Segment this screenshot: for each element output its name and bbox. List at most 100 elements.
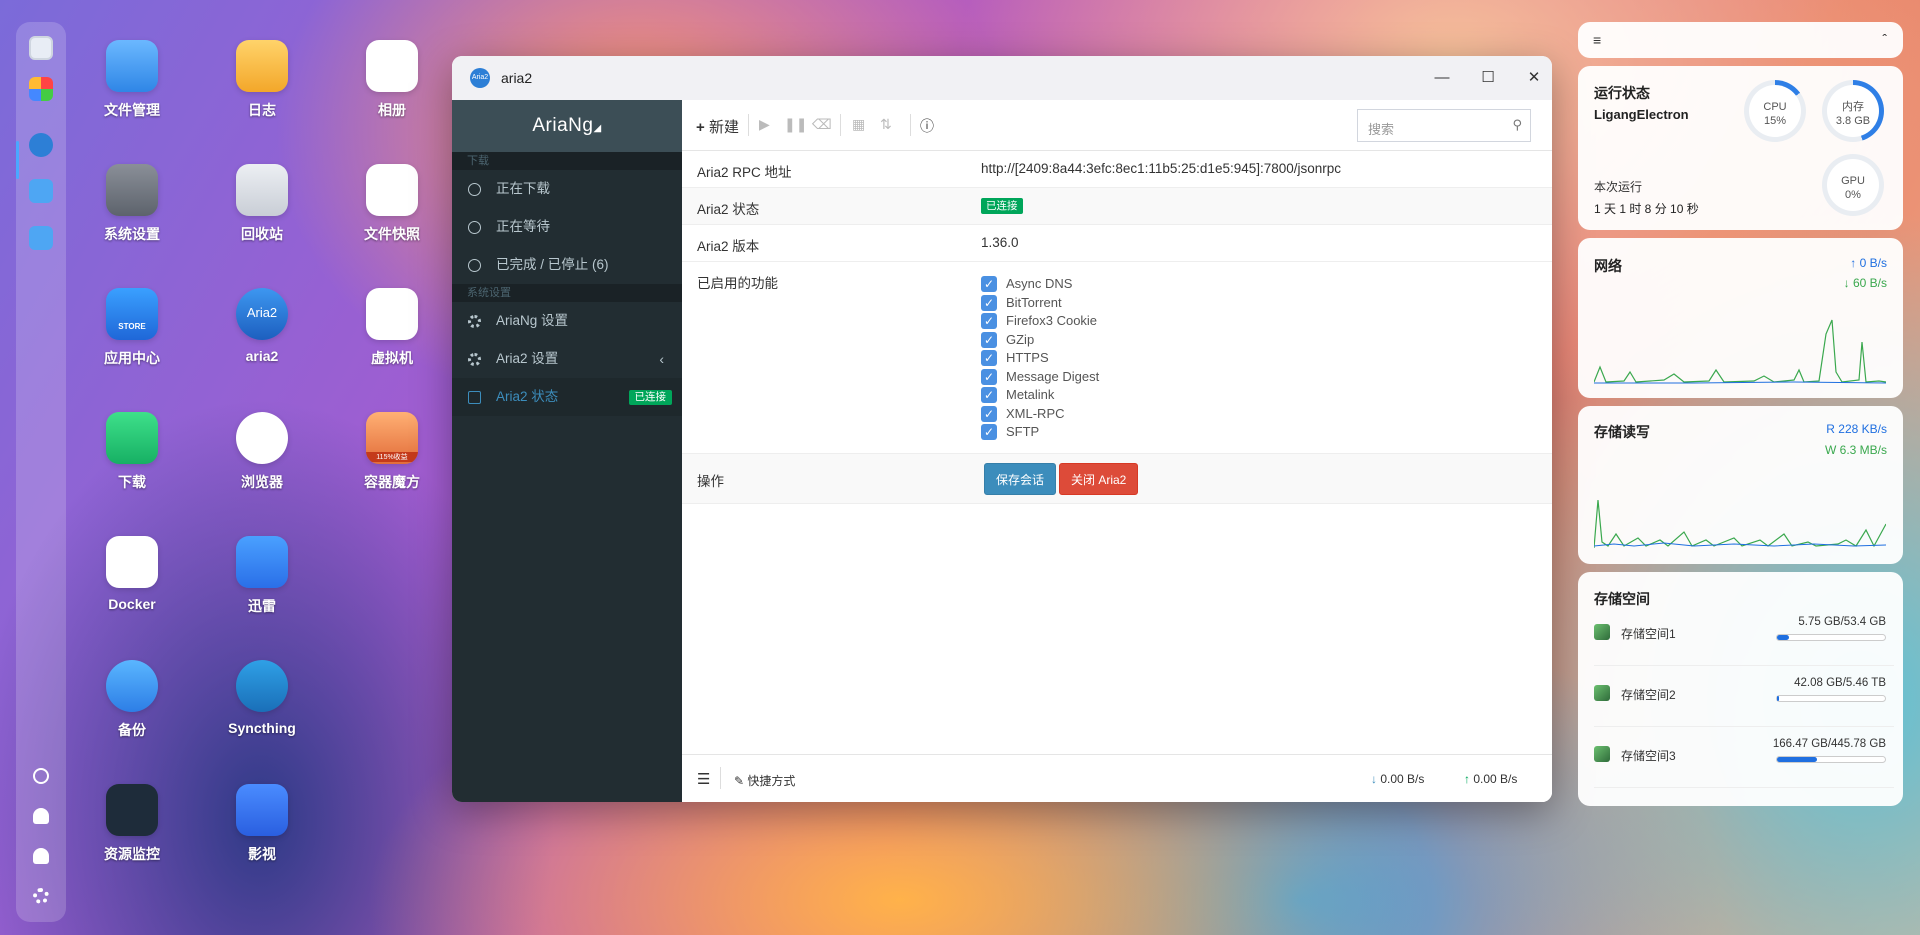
desktop-icon-monitor[interactable]: 资源监控: [77, 784, 187, 864]
checkbox-checked-icon: ✓: [981, 331, 997, 348]
desktop-icon-label: 备份: [118, 722, 146, 738]
feature-label: Metalink: [1006, 387, 1055, 402]
volume-usage-fill: [1777, 757, 1817, 762]
volume-usage-bar: [1776, 695, 1886, 702]
log-icon: [236, 40, 288, 92]
desktop-icon-container[interactable]: 115%收益 容器魔方: [337, 412, 447, 492]
gpu-value: 0%: [1845, 189, 1861, 201]
widget-storage: 存储空间 存储空间1 5.75 GB/53.4 GB 存储空间2 42.08 GB/5…: [1578, 572, 1903, 806]
shortcut-button[interactable]: ✎ 快捷方式: [734, 772, 795, 789]
gpu-gauge: GPU 0%: [1822, 154, 1884, 216]
sidebar: AriaNg◢ 下载 正在下载 正在等待 已完成 / 已停止 (6) 系统设置 …: [452, 100, 682, 802]
power-icon[interactable]: [33, 768, 49, 784]
monitor-icon: [106, 784, 158, 836]
desktop-icon-backup[interactable]: 备份: [77, 660, 187, 740]
desktop-icon-gear[interactable]: 系统设置: [77, 164, 187, 244]
save-session-button[interactable]: 保存会话: [984, 463, 1057, 495]
feature-item: ✓ Firefox3 Cookie: [981, 312, 1099, 331]
folder-dock-icon-2[interactable]: [29, 226, 53, 250]
volume-usage: 5.75 GB/53.4 GB: [1798, 616, 1886, 628]
monitor-icon[interactable]: [29, 36, 53, 60]
menu-icon[interactable]: ☰: [697, 770, 710, 788]
sidebar-item-aria2-settings[interactable]: Aria2 设置 ‹: [452, 340, 682, 378]
start-icon[interactable]: ▶: [759, 116, 770, 133]
desktop-icon-label: 日志: [248, 102, 276, 118]
desktop-icon-thunder[interactable]: 迅雷: [207, 536, 317, 616]
desktop-icon-docker[interactable]: Docker: [77, 536, 187, 612]
section-settings: 系统设置: [452, 284, 682, 302]
arrow-up-icon: ↑: [1464, 772, 1470, 786]
desktop-icon-store[interactable]: STORE 应用中心: [77, 288, 187, 368]
brand-logo[interactable]: AriaNg◢: [452, 100, 682, 152]
bell-icon[interactable]: [33, 808, 49, 824]
runtime-title: 运行状态: [1594, 85, 1650, 101]
desktop-icon-label: 相册: [378, 102, 406, 118]
download-circle-icon: [468, 183, 481, 196]
select-all-icon[interactable]: ▦: [852, 116, 865, 133]
desktop-icon-browser[interactable]: 浏览器: [207, 412, 317, 492]
sidebar-item-stopped[interactable]: 已完成 / 已停止 (6): [452, 246, 682, 284]
disk-io-title: 存储读写: [1594, 424, 1650, 440]
desktop-icon-log[interactable]: 日志: [207, 40, 317, 120]
user-icon[interactable]: [33, 848, 49, 864]
desktop-icon-vm[interactable]: 虚拟机: [337, 288, 447, 368]
checkbox-checked-icon: ✓: [981, 276, 997, 292]
cpu-value: 15%: [1763, 115, 1787, 127]
toolbar-divider: [840, 114, 841, 136]
storage-volume[interactable]: 存储空间3 166.47 GB/445.78 GB: [1594, 732, 1894, 788]
shutdown-aria2-button[interactable]: 关闭 Aria2: [1059, 463, 1139, 495]
aria2-dock-icon[interactable]: [29, 133, 53, 157]
settings-dock-icon[interactable]: [33, 888, 49, 904]
window-title: aria2: [501, 70, 533, 86]
status-footer: ☰ ✎ 快捷方式 ↓ 0.00 B/s ↑ 0.00 B/s: [682, 754, 1552, 802]
desktop-icon-folder[interactable]: 文件管理: [77, 40, 187, 120]
sidebar-item-aria2-status[interactable]: Aria2 状态 已连接: [452, 378, 682, 416]
desktop-icon-syncthing[interactable]: Syncthing: [207, 660, 317, 736]
help-icon[interactable]: ⓘ: [920, 116, 934, 136]
feature-item: ✓ BitTorrent: [981, 294, 1099, 313]
minimize-button[interactable]: —: [1430, 66, 1454, 90]
search-input[interactable]: 搜索 ⚲: [1357, 109, 1531, 142]
volume-cube-icon: [1594, 685, 1610, 701]
close-button[interactable]: ✕: [1522, 66, 1546, 90]
checkbox-checked-icon: ✓: [981, 294, 997, 311]
window-titlebar[interactable]: Aria2 aria2 — ☐ ✕: [452, 56, 1552, 100]
maximize-button[interactable]: ☐: [1476, 66, 1500, 90]
collapse-icon[interactable]: ˆ: [1882, 31, 1887, 47]
new-task-button[interactable]: + 新建: [696, 116, 739, 137]
desktop-icon-label: 影视: [248, 846, 276, 862]
desktop-icon-snapshot[interactable]: 文件快照: [337, 164, 447, 244]
sidebar-item-label: Aria2 设置: [496, 351, 559, 366]
folder-dock-icon[interactable]: [29, 179, 53, 203]
delete-icon[interactable]: ⌫: [812, 116, 832, 133]
volume-usage: 166.47 GB/445.78 GB: [1772, 738, 1886, 750]
pause-icon[interactable]: ❚❚: [784, 116, 807, 133]
widget-settings-icon[interactable]: ≡: [1593, 32, 1601, 48]
desktop-icon-download[interactable]: 下载: [77, 412, 187, 492]
apps-grid-icon[interactable]: [29, 77, 53, 101]
disk-read: R 228 KB/s: [1826, 422, 1887, 436]
sidebar-item-ariang-settings[interactable]: AriaNg 设置: [452, 302, 682, 340]
checkbox-checked-icon: ✓: [981, 368, 997, 385]
aria2-icon: Aria2: [236, 288, 288, 340]
feature-label: HTTPS: [1006, 350, 1049, 365]
gears-icon: [468, 353, 481, 366]
storage-volume[interactable]: 存储空间2 42.08 GB/5.46 TB: [1594, 671, 1894, 727]
desktop-icon-video[interactable]: 影视: [207, 784, 317, 864]
desktop-icon-recycle[interactable]: 回收站: [207, 164, 317, 244]
sidebar-item-waiting[interactable]: 正在等待: [452, 208, 682, 246]
storage-volume[interactable]: 存储空间1 5.75 GB/53.4 GB: [1594, 610, 1894, 666]
network-upload: ↑ 0 B/s: [1850, 256, 1887, 270]
desktop-icon-aria2[interactable]: Aria2 aria2: [207, 288, 317, 364]
volume-usage-bar: [1776, 634, 1886, 641]
widget-disk-io: 存储读写 R 228 KB/s W 6.3 MB/s: [1578, 406, 1903, 564]
sidebar-item-label: 已完成 / 已停止 (6): [496, 257, 609, 272]
sidebar-item-downloading[interactable]: 正在下载: [452, 170, 682, 208]
upload-speed: ↑ 0.00 B/s: [1464, 772, 1517, 786]
desktop-icon-photos[interactable]: 相册: [337, 40, 447, 120]
sort-icon[interactable]: ⇅: [880, 116, 892, 133]
container-badge: 115%收益: [366, 452, 418, 462]
sidebar-item-label: 正在下载: [496, 181, 550, 196]
memory-gauge: 内存 3.8 GB: [1822, 80, 1884, 142]
network-title: 网络: [1594, 258, 1622, 274]
